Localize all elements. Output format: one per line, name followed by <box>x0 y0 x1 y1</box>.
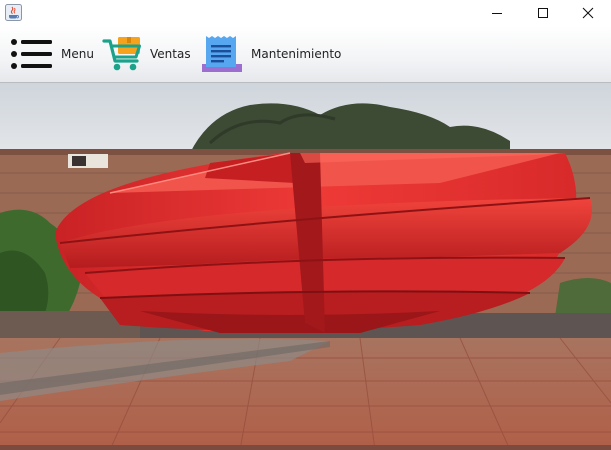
maximize-icon <box>538 8 548 18</box>
document-icon <box>202 36 242 72</box>
mantenimiento-button[interactable]: Mantenimiento <box>201 26 341 82</box>
hamburger-list-icon <box>11 39 52 69</box>
maximize-button[interactable] <box>520 0 566 26</box>
close-button[interactable] <box>565 0 611 26</box>
menu-label: Menu <box>61 47 94 61</box>
minimize-icon <box>492 13 502 14</box>
title-bar <box>0 0 611 26</box>
java-cup-icon[interactable] <box>5 4 22 21</box>
menu-button[interactable]: Menu <box>10 26 94 82</box>
red-sculpture-image <box>0 83 611 450</box>
ventas-button[interactable]: Ventas <box>102 26 191 82</box>
shopping-cart-icon <box>102 37 141 71</box>
mantenimiento-label: Mantenimiento <box>251 47 342 61</box>
close-icon <box>582 7 594 19</box>
minimize-button[interactable] <box>474 0 520 26</box>
ventas-label: Ventas <box>150 47 191 61</box>
background-photo <box>0 83 611 450</box>
main-toolbar: Menu Ventas Mantenimiento <box>0 26 611 83</box>
